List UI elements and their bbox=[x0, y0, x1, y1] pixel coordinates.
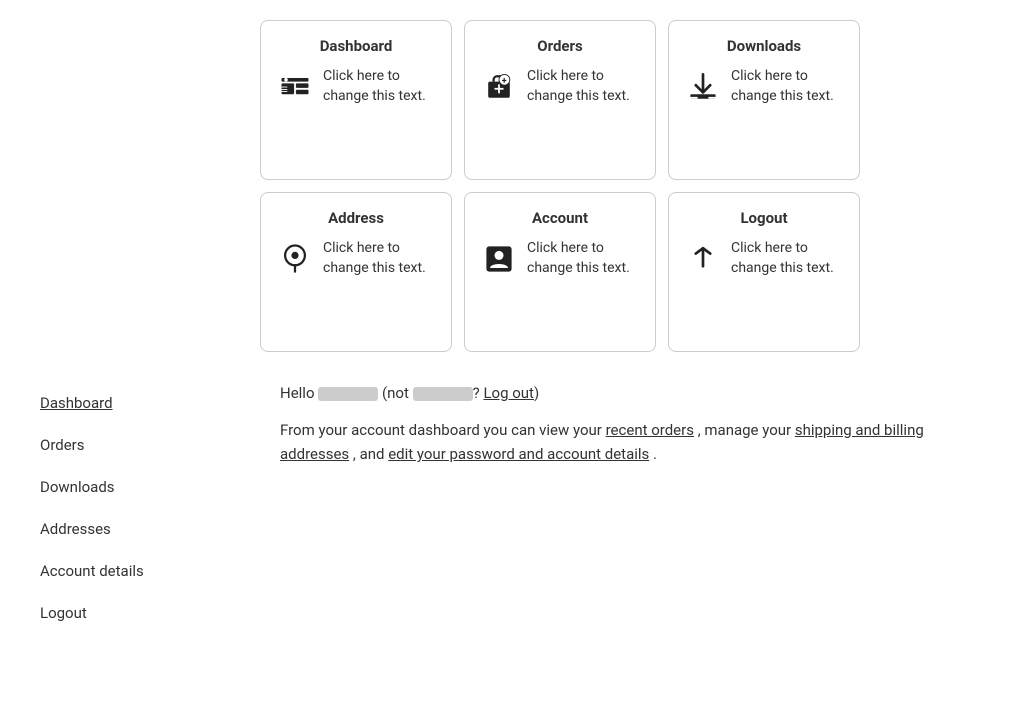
page-wrapper: Dashboard ≡ Click here to change this te… bbox=[0, 0, 1013, 654]
card-title-orders: Orders bbox=[537, 37, 582, 55]
card-body-address: Click here to change this text. bbox=[277, 239, 435, 285]
card-text-account: Click here to change this text. bbox=[527, 239, 639, 278]
hello-text: Hello (not ? Log out) bbox=[280, 384, 973, 402]
cards-grid: Dashboard ≡ Click here to change this te… bbox=[260, 20, 860, 352]
username2-redacted bbox=[413, 387, 473, 401]
bottom-section: DashboardOrdersDownloadsAddressesAccount… bbox=[40, 382, 973, 634]
sidebar-item-addresses[interactable]: Addresses bbox=[40, 508, 240, 550]
card-address[interactable]: Address Click here to change this text. bbox=[260, 192, 452, 352]
desc-mid2: , and bbox=[353, 445, 385, 463]
sidebar-item-downloads[interactable]: Downloads bbox=[40, 466, 240, 508]
close-paren: ) bbox=[534, 384, 539, 402]
logout-icon bbox=[685, 241, 721, 285]
desc-prefix: From your account dashboard you can view… bbox=[280, 421, 602, 439]
dashboard-icon: ≡ bbox=[277, 69, 313, 113]
card-body-logout: Click here to change this text. bbox=[685, 239, 843, 285]
address-icon bbox=[277, 241, 313, 285]
card-title-dashboard: Dashboard bbox=[320, 37, 393, 55]
sidebar-item-orders[interactable]: Orders bbox=[40, 424, 240, 466]
downloads-icon bbox=[685, 69, 721, 113]
desc-mid1: , manage your bbox=[698, 421, 791, 439]
dashboard-description: From your account dashboard you can view… bbox=[280, 418, 973, 466]
sidebar-item-dashboard[interactable]: Dashboard bbox=[40, 382, 240, 424]
card-title-logout: Logout bbox=[740, 209, 787, 227]
svg-text:+: + bbox=[502, 76, 507, 86]
hello-not: (not bbox=[382, 384, 409, 402]
log-out-link[interactable]: Log out bbox=[483, 384, 534, 402]
card-body-account: Click here to change this text. bbox=[481, 239, 639, 285]
account-icon bbox=[481, 241, 517, 285]
card-logout[interactable]: Logout Click here to change this text. bbox=[668, 192, 860, 352]
main-content: Hello (not ? Log out) From your account … bbox=[280, 382, 973, 634]
sidebar-item-logout[interactable]: Logout bbox=[40, 592, 240, 634]
card-text-downloads: Click here to change this text. bbox=[731, 67, 843, 106]
card-title-downloads: Downloads bbox=[727, 37, 801, 55]
card-text-orders: Click here to change this text. bbox=[527, 67, 639, 106]
card-text-address: Click here to change this text. bbox=[323, 239, 435, 278]
account-details-link[interactable]: edit your password and account details bbox=[388, 445, 649, 463]
recent-orders-link[interactable]: recent orders bbox=[606, 421, 694, 439]
card-dashboard[interactable]: Dashboard ≡ Click here to change this te… bbox=[260, 20, 452, 180]
sidebar-nav: DashboardOrdersDownloadsAddressesAccount… bbox=[40, 382, 240, 634]
desc-end: . bbox=[653, 445, 657, 463]
card-title-address: Address bbox=[328, 209, 384, 227]
card-title-account: Account bbox=[532, 209, 588, 227]
hello-suffix: ? bbox=[473, 384, 480, 402]
card-text-dashboard: Click here to change this text. bbox=[323, 67, 435, 106]
svg-text:≡: ≡ bbox=[281, 82, 288, 97]
orders-icon: + bbox=[481, 69, 517, 113]
card-orders[interactable]: Orders + Click here to change this text. bbox=[464, 20, 656, 180]
hello-prefix: Hello bbox=[280, 384, 315, 402]
card-body-orders: + Click here to change this text. bbox=[481, 67, 639, 113]
card-body-downloads: Click here to change this text. bbox=[685, 67, 843, 113]
card-text-logout: Click here to change this text. bbox=[731, 239, 843, 278]
username-redacted bbox=[318, 387, 378, 401]
card-body-dashboard: ≡ Click here to change this text. bbox=[277, 67, 435, 113]
card-downloads[interactable]: Downloads Click here to change this text… bbox=[668, 20, 860, 180]
sidebar-item-account-details[interactable]: Account details bbox=[40, 550, 240, 592]
card-account[interactable]: Account Click here to change this text. bbox=[464, 192, 656, 352]
